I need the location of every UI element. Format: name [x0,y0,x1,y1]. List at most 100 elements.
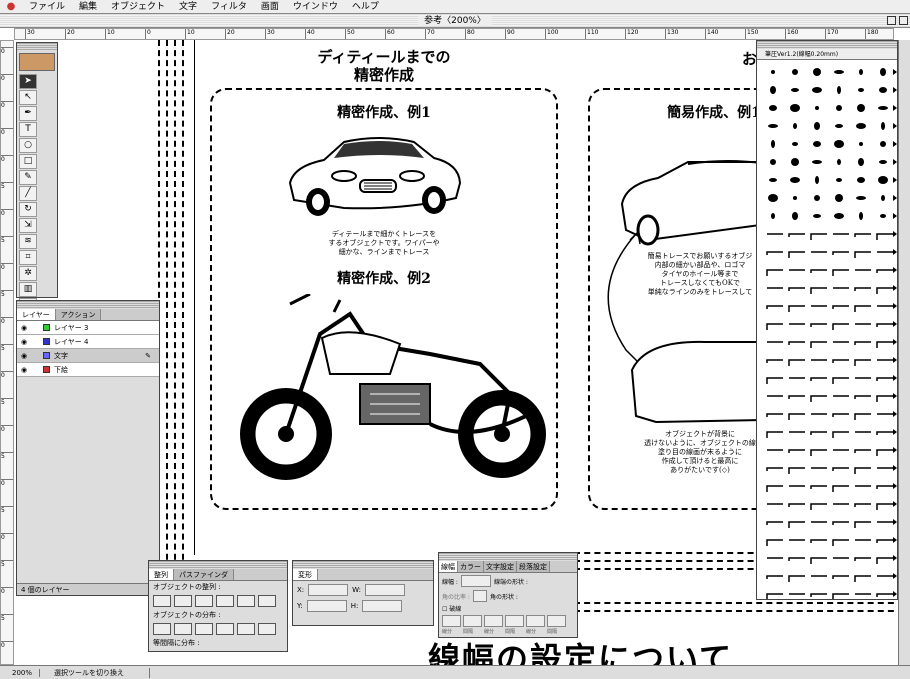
brush-swatch[interactable] [812,87,822,93]
tab-actions[interactable]: アクション [55,309,102,320]
distribute-right-icon[interactable] [258,623,276,635]
brush-swatch[interactable] [876,269,893,273]
brush-swatch[interactable] [814,195,820,201]
brush-swatch[interactable] [792,142,798,146]
brush-swatch[interactable] [771,213,775,219]
brush-swatch[interactable] [788,449,805,453]
panel-drag-bar[interactable] [293,561,433,569]
window-title-bar[interactable]: 参考〈200%〉 [0,14,910,28]
brush-swatch[interactable] [766,539,783,546]
brush-swatch[interactable] [766,431,783,438]
ellipse-tool-icon[interactable]: ○ [19,138,37,153]
brush-swatch[interactable] [771,70,775,74]
brush-swatch[interactable] [859,69,863,75]
panel-drag-bar[interactable] [439,553,577,561]
brush-swatch[interactable] [854,575,871,582]
brush-swatch[interactable] [832,521,849,525]
brush-swatch[interactable] [832,575,849,579]
brush-swatch[interactable] [766,359,783,363]
brush-swatch[interactable] [854,449,871,453]
brush-swatch[interactable] [859,212,863,220]
brush-swatch[interactable] [768,194,778,202]
brush-swatch[interactable] [788,251,805,258]
brush-tool-icon[interactable]: ╱ [19,186,37,201]
type-tool-icon[interactable]: T [19,122,37,137]
brush-swatch[interactable] [837,159,841,165]
warp-tool-icon[interactable]: ≋ [19,234,37,249]
layer-row[interactable]: ◉ レイヤー 3 [17,321,159,335]
brush-swatch[interactable] [881,122,885,130]
brush-swatch[interactable] [837,86,841,94]
vertical-scrollbar[interactable] [898,40,910,665]
brush-swatch[interactable] [766,269,783,276]
align-top-icon[interactable] [216,595,234,607]
brush-swatch[interactable] [854,359,871,366]
eye-icon[interactable]: ◉ [17,352,31,360]
brush-swatch[interactable] [876,377,893,381]
gap-field[interactable] [463,615,482,627]
dash-field[interactable] [484,615,503,627]
brush-swatch[interactable] [832,413,849,417]
distribute-left-icon[interactable] [216,623,234,635]
brush-swatch[interactable] [832,467,849,471]
brush-swatch[interactable] [854,413,871,420]
brush-swatch[interactable] [766,377,783,384]
brush-swatch[interactable] [766,305,783,309]
panel-drag-bar[interactable] [149,561,287,569]
layer-row-selected[interactable]: ◉ 文字 ✎ [17,349,159,363]
eye-icon[interactable]: ◉ [17,338,31,346]
brush-swatch[interactable] [879,87,887,93]
brush-swatch[interactable] [793,196,797,200]
brush-swatch[interactable] [832,377,849,384]
brush-swatch[interactable] [835,194,843,202]
tab-pathfinder[interactable]: パスファインダ [174,569,234,580]
brush-swatch[interactable] [854,287,871,291]
brush-swatch[interactable] [766,467,783,471]
brush-swatch[interactable] [769,178,777,182]
h-field[interactable] [362,600,403,612]
brush-swatch[interactable] [876,539,893,543]
rotate-tool-icon[interactable]: ↻ [19,202,37,217]
align-center-icon[interactable] [174,595,192,607]
brush-swatch[interactable] [879,160,887,164]
brush-swatch[interactable] [791,158,799,166]
limit-field[interactable] [472,590,487,602]
brush-swatch[interactable] [810,269,827,273]
brush-swatch[interactable] [788,467,805,474]
brush-swatch[interactable] [834,213,844,219]
brush-swatch[interactable] [834,140,844,148]
gap-field[interactable] [505,615,524,627]
brush-swatch[interactable] [812,160,822,164]
collapse-box-icon[interactable] [899,16,908,25]
brush-swatch[interactable] [770,159,776,165]
panel-drag-bar[interactable] [17,301,159,309]
align-middle-icon[interactable] [237,595,255,607]
brush-swatch[interactable] [880,141,886,147]
layer-row[interactable]: ◉ 下絵 [17,363,159,377]
brush-swatch[interactable] [876,557,893,564]
brush-swatch[interactable] [876,503,893,510]
brush-swatch[interactable] [880,214,886,218]
brush-swatch[interactable] [792,69,798,75]
brush-swatch[interactable] [878,106,888,110]
brush-swatch[interactable] [790,177,800,183]
brush-swatch[interactable] [788,359,805,366]
pencil-tool-icon[interactable]: ✎ [19,170,37,185]
align-right-icon[interactable] [195,595,213,607]
brush-swatch[interactable] [854,467,871,474]
rectangle-tool-icon[interactable]: □ [19,154,37,169]
pen-tool-icon[interactable]: ✒ [19,106,37,121]
brush-swatch[interactable] [854,341,871,345]
brush-swatch[interactable] [854,557,871,561]
brush-swatch[interactable] [876,449,893,456]
brush-swatch[interactable] [790,104,800,112]
brush-swatch[interactable] [791,88,799,92]
brush-swatch[interactable] [793,123,797,129]
app-logo[interactable] [19,53,55,71]
brush-swatch[interactable] [810,485,827,489]
brush-swatch[interactable] [876,341,893,348]
apple-menu-icon[interactable]: ● [0,1,22,12]
brush-swatch[interactable] [766,521,783,525]
gap-field[interactable] [547,615,566,627]
brush-swatch[interactable] [858,158,864,166]
